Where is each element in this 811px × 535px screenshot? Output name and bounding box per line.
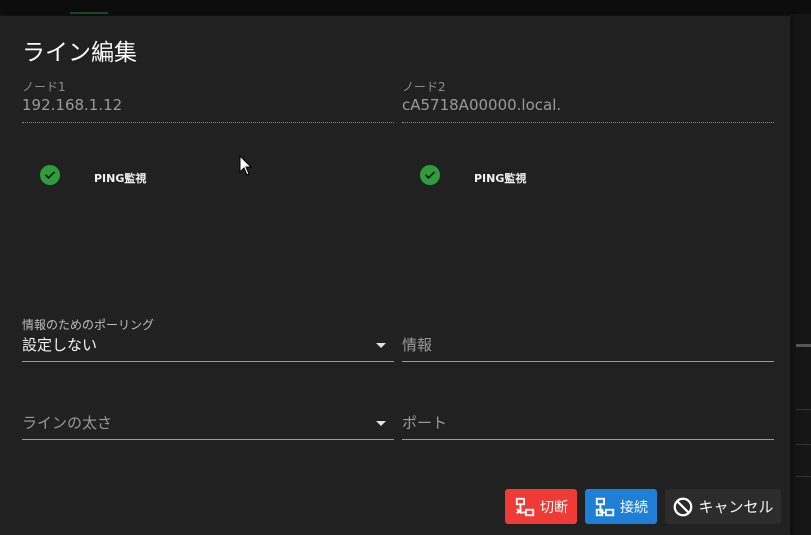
node1-label: ノード1 [22,80,66,94]
info-underline [402,361,774,362]
disconnect-label: 切断 [540,499,568,516]
node1-underline [22,122,394,123]
info-placeholder: 情報 [402,336,433,354]
node1-ping-checkbox[interactable] [40,165,60,185]
check-icon [45,171,55,179]
port-placeholder: ポート [402,414,448,432]
dialog-title: ライン編集 [22,40,137,66]
background-divider [796,476,811,477]
node2-label: ノード2 [402,80,446,94]
node2-ping-checkbox[interactable] [420,165,440,185]
port-underline [402,439,774,440]
node1-ping-label: PING監視 [94,172,147,185]
background-scrollbar [796,344,811,347]
line-edit-dialog: ライン編集 ノード1 192.168.1.12 ノード2 cA5718A0000… [0,16,790,535]
background-divider [796,444,811,445]
background-divider [796,409,811,410]
disconnect-button[interactable]: 切断 [505,489,577,524]
cancel-button[interactable]: キャンセル [665,489,781,524]
background-top-bar [0,0,811,14]
connect-button[interactable]: 接続 [585,489,657,524]
line-width-underline [22,439,394,440]
network-connect-icon [595,497,615,516]
check-icon [425,171,435,179]
node1-value: 192.168.1.12 [22,96,123,114]
node2-ping-label: PING監視 [474,172,527,185]
cancel-label: キャンセル [698,498,774,516]
polling-underline [22,361,394,362]
node2-value: cA5718A00000.local. [402,96,562,114]
polling-label: 情報のためのポーリング [22,318,155,332]
polling-value: 設定しない [22,336,98,354]
connect-label: 接続 [620,499,648,516]
mouse-cursor-icon [239,155,253,176]
caret-down-icon [376,421,386,426]
network-disconnect-icon [515,497,535,516]
line-width-placeholder: ラインの太さ [22,414,113,432]
caret-down-icon [376,343,386,348]
background-accent [70,12,108,14]
background-right-panel [790,14,811,535]
block-icon [674,497,693,516]
node2-underline [402,122,774,123]
